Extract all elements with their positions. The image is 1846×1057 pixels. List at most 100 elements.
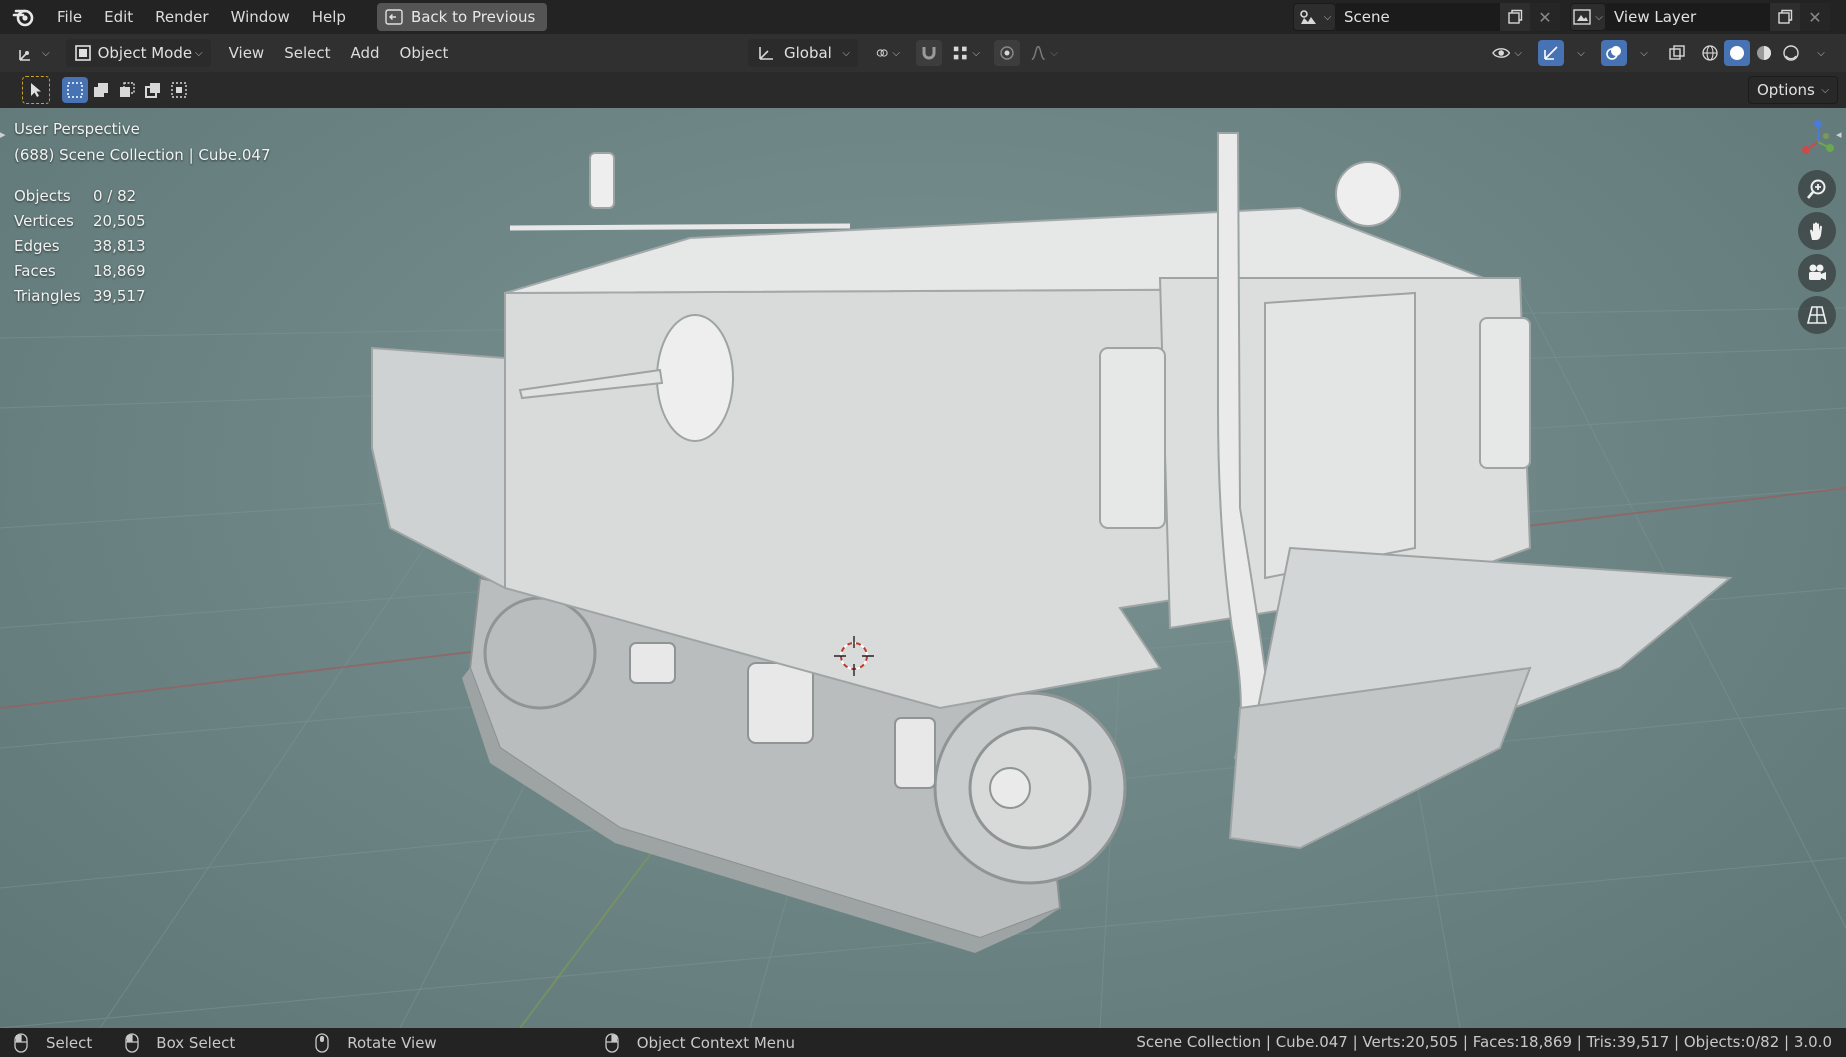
scene-name-field[interactable]: Scene [1336,3,1500,31]
menu-view[interactable]: View [219,34,275,72]
stat-row-faces: Faces 18,869 [14,262,146,280]
snap-toggle[interactable] [916,40,942,66]
mouse-left-icon [14,1032,28,1053]
select-subtract-mode[interactable] [114,77,140,103]
select-difference-icon [145,83,160,98]
duplicate-icon [1778,9,1793,24]
proportional-editing-icon [1000,46,1014,60]
tweak-tool-button[interactable] [22,76,50,104]
snap-grid-icon [953,46,967,60]
mouse-right-icon [605,1032,619,1053]
select-new-mode[interactable] [62,77,88,103]
delete-scene-button[interactable]: ✕ [1530,3,1560,31]
wireframe-sphere-icon [1702,45,1718,61]
select-difference-mode[interactable] [140,77,166,103]
pan-view-button[interactable] [1798,212,1836,250]
menu-add[interactable]: Add [340,34,389,72]
visibility-dropdown[interactable]: ⌵ [1484,39,1530,67]
view-layer-browse-button[interactable]: ⌵ [1570,3,1606,31]
camera-view-button[interactable] [1798,254,1836,292]
toolbar-expand-arrow-icon[interactable]: ▸ [0,128,10,148]
transform-orientation-label: Global [784,44,832,62]
overlays-dropdown[interactable]: ⌵ [1629,40,1655,66]
pivot-icon [876,49,888,57]
xray-toggle[interactable] [1664,40,1690,66]
new-scene-button[interactable] [1500,3,1530,31]
mouse-middle-icon [315,1032,329,1053]
back-arrow-icon [385,9,403,25]
viewport-header: ⌵ Object Mode ⌵ View Select Add Object G… [0,34,1846,72]
rendered-sphere-icon [1783,45,1799,61]
falloff-dropdown[interactable]: ⌵ [1022,39,1066,67]
blender-logo-icon[interactable] [8,2,38,32]
shading-solid-button[interactable] [1724,40,1750,66]
status-select-hint: Select [14,1032,92,1053]
shading-dropdown[interactable]: ⌵ [1806,40,1832,66]
menu-window[interactable]: Window [220,0,301,34]
tank-model[interactable] [371,132,1733,953]
view-layer-name-field[interactable]: View Layer [1606,3,1770,31]
stat-row-objects: Objects 0 / 82 [14,187,137,205]
select-intersect-mode[interactable] [166,77,192,103]
orientation-axes-icon [759,47,773,60]
status-rotate-view-hint: Rotate View [315,1032,437,1053]
top-menu-bar: File Edit Render Window Help Back to Pre… [0,0,1846,34]
shading-material-button[interactable] [1751,40,1777,66]
delete-view-layer-button[interactable]: ✕ [1800,3,1830,31]
menu-file[interactable]: File [46,0,93,34]
tool-settings-bar: Options ⌵ [0,72,1846,108]
scene-summary-text: Scene Collection | Cube.047 | Verts:20,5… [1136,1033,1832,1051]
menu-render[interactable]: Render [144,0,219,34]
magnet-icon [922,47,936,60]
navigation-gizmo [1798,118,1838,334]
scene-browse-button[interactable]: ⌵ [1293,3,1336,31]
toggle-projection-button[interactable] [1798,296,1836,334]
menu-object[interactable]: Object [390,34,459,72]
axis-orientation-gizmo-icon[interactable] [1798,118,1838,162]
select-subtract-icon [120,82,135,97]
menu-select[interactable]: Select [274,34,340,72]
scene-selector: ⌵ Scene ✕ [1293,3,1560,31]
new-view-layer-button[interactable] [1770,3,1800,31]
shading-wireframe-button[interactable] [1697,40,1723,66]
select-extend-icon [94,83,108,97]
object-mode-icon [74,45,91,61]
mode-dropdown[interactable]: Object Mode ⌵ [65,39,211,67]
stat-row-triangles: Triangles 39,517 [14,287,146,305]
transform-orientation-dropdown[interactable]: Global ⌵ [748,39,858,67]
status-bar: Select Box Select Rotate View Object Con… [0,1028,1846,1057]
status-box-select-hint: Box Select [122,1032,235,1053]
3d-viewport-icon [19,50,30,61]
back-to-previous-button[interactable]: Back to Previous [376,3,548,31]
shading-rendered-button[interactable] [1778,40,1804,66]
cursor-arrow-icon [31,83,41,97]
solid-sphere-icon [1730,46,1744,60]
duplicate-icon [1508,9,1523,24]
menu-help[interactable]: Help [301,0,357,34]
gizmo-dropdown[interactable]: ⌵ [1566,40,1592,66]
material-sphere-icon [1757,46,1771,60]
options-dropdown[interactable]: Options ⌵ [1748,76,1838,104]
snap-target-dropdown[interactable]: ⌵ [944,39,988,67]
overlays-toggle[interactable] [1601,40,1627,66]
gizmo-toggle[interactable] [1538,40,1564,66]
hand-icon [1810,222,1822,240]
zoom-view-button[interactable] [1798,170,1836,208]
scene-statistics: Objects 0 / 82 Vertices 20,505 Edges 38,813… [14,184,146,309]
proportional-editing-toggle[interactable] [994,40,1020,66]
select-extend-mode[interactable] [88,77,114,103]
stat-row-vertices: Vertices 20,505 [14,212,146,230]
falloff-curve-icon [1031,45,1045,61]
editor-type-button[interactable]: ⌵ [10,39,58,67]
pivot-point-dropdown[interactable]: ⌵ [868,39,908,67]
scene-icon [1299,10,1316,24]
mode-label: Object Mode [97,44,193,62]
zoom-icon [1807,179,1826,199]
overlays-icon [1606,46,1621,60]
perspective-label: User Perspective [14,120,140,138]
close-icon: ✕ [1538,7,1552,27]
close-icon: ✕ [1808,7,1822,27]
3d-viewport[interactable]: User Perspective (688) Scene Collection … [0,108,1846,1028]
menu-edit[interactable]: Edit [93,0,144,34]
perspective-grid-icon [1806,306,1828,324]
